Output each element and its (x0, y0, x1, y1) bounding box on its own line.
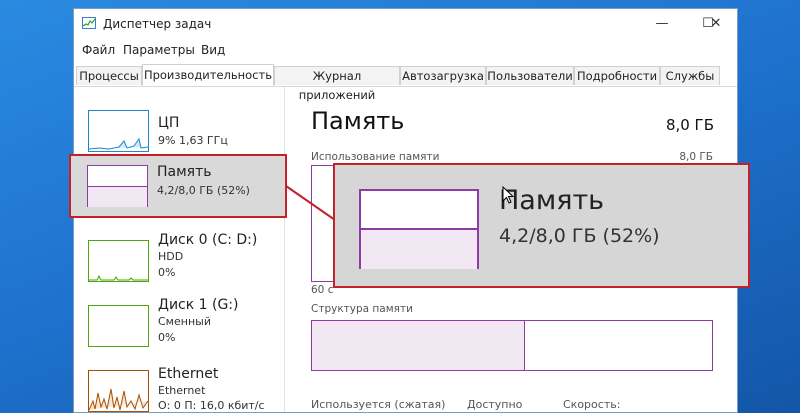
zoom-title: Память (499, 185, 605, 216)
mouse-cursor-icon (502, 186, 514, 204)
zoom-sub: 4,2/8,0 ГБ (52%) (499, 225, 660, 247)
zoom-memory-fill (361, 228, 477, 269)
zoom-memory-thumbnail (359, 189, 479, 269)
zoom-callout: Память 4,2/8,0 ГБ (52%) (333, 163, 750, 288)
